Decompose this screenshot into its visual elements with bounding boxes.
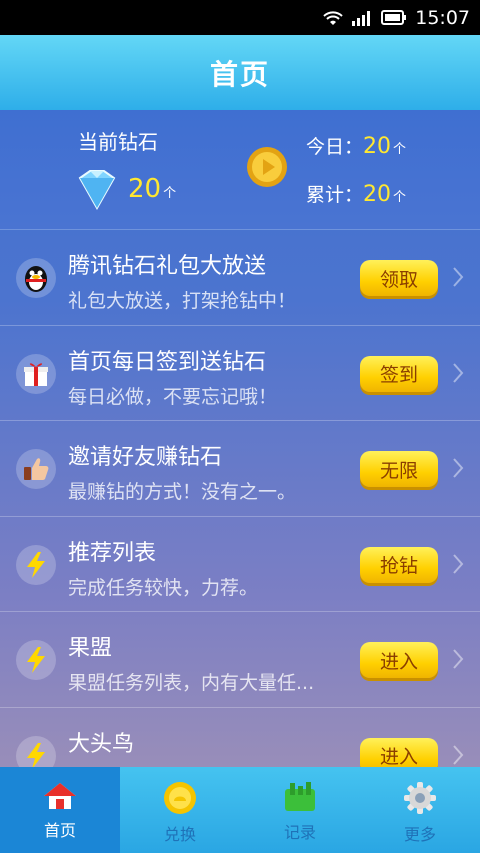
today-stat: 今日：20 个 — [306, 132, 406, 159]
nav-home[interactable]: 首页 — [0, 767, 120, 853]
nav-label: 首页 — [43, 821, 76, 840]
nav-record[interactable]: 记录 — [240, 767, 360, 853]
task-row-invite-friends[interactable]: 邀请好友赚钻石 最赚钻的方式！没有之一。 无限 — [0, 421, 480, 517]
gear-icon — [404, 782, 436, 814]
checkin-button[interactable]: 签到 — [360, 355, 438, 392]
current-value-number: 20 — [128, 174, 162, 204]
grab-button[interactable]: 抢钻 — [360, 546, 438, 583]
task-title: 首页每日签到送钻石 — [68, 349, 267, 375]
task-subtitle: 礼包大放送，打架抢钻中！ — [68, 290, 297, 312]
task-subtitle: 完成任务较快，力荐。 — [68, 576, 259, 599]
unit-label: 个 — [163, 186, 177, 201]
task-title: 腾讯钻石礼包大放送 — [68, 254, 267, 279]
total-stat: 累计：20 个 — [306, 180, 406, 207]
nav-more[interactable]: 更多 — [360, 767, 480, 853]
nav-label: 兑换 — [163, 825, 196, 844]
lightning-icon — [16, 640, 56, 680]
unlimited-button[interactable]: 无限 — [360, 451, 438, 487]
wifi-icon — [323, 10, 343, 25]
today-unit: 个 — [393, 142, 407, 157]
task-row-daily-checkin[interactable]: 首页每日签到送钻石 每日必做，不要忘记哦！ 签到 — [0, 326, 480, 421]
task-row-recommended[interactable]: 推荐列表 完成任务较快，力荐。 抢钻 — [0, 517, 480, 612]
chevron-right-icon — [453, 649, 464, 669]
diamond-icon — [78, 170, 116, 210]
home-icon — [44, 783, 76, 809]
total-unit: 个 — [393, 190, 407, 205]
task-row-guomeng[interactable]: 果盟 果盟任务列表，内有大量任... 进入 — [0, 612, 480, 708]
claim-button[interactable]: 领取 — [360, 260, 438, 296]
bottom-nav: 首页 兑换 记录 更多 — [0, 767, 480, 853]
chevron-right-icon — [453, 744, 464, 765]
task-title: 邀请好友赚钻石 — [68, 445, 223, 470]
current-diamonds-label: 当前钻石 — [78, 130, 158, 154]
record-icon — [285, 782, 315, 811]
chevron-right-icon — [453, 458, 464, 478]
title-bar: 首页 — [0, 35, 480, 110]
chevron-right-icon — [453, 362, 464, 383]
task-subtitle: 最赚钻的方式！没有之一。 — [68, 481, 297, 503]
task-row-tencent[interactable]: 腾讯钻石礼包大放送 礼包大放送，打架抢钻中！ 领取 — [0, 230, 480, 326]
diamond-summary: 当前钻石 20 个 今日：20 个 累计：20 个 — [0, 110, 480, 230]
today-label: 今日： — [306, 136, 364, 158]
lightning-icon — [16, 735, 56, 767]
status-time: 15:07 — [415, 6, 470, 29]
current-diamonds-value: 20 个 — [128, 174, 176, 204]
task-subtitle: 果盟任务列表，内有大量任... — [68, 672, 315, 694]
signal-icon — [352, 10, 371, 26]
today-value: 20 — [363, 134, 392, 159]
enter-button[interactable]: 进入 — [360, 737, 438, 767]
task-title: 果盟 — [68, 636, 113, 661]
chevron-right-icon — [453, 553, 464, 574]
enter-button[interactable]: 进入 — [360, 642, 438, 678]
task-subtitle: 每日必做，不要忘记哦！ — [68, 385, 278, 408]
exchange-icon — [164, 782, 196, 814]
nav-label: 更多 — [403, 825, 436, 844]
task-title: 推荐列表 — [68, 540, 157, 566]
total-label: 累计： — [306, 184, 364, 206]
task-row-datouniao[interactable]: 大头鸟 进入 — [0, 708, 480, 767]
total-value: 20 — [363, 182, 392, 207]
nav-exchange[interactable]: 兑换 — [120, 767, 240, 853]
task-list[interactable]: 腾讯钻石礼包大放送 礼包大放送，打架抢钻中！ 领取 首页每日签到送钻石 每日必做… — [0, 230, 480, 767]
page-title: 首页 — [209, 57, 270, 91]
thumbs-up-icon — [16, 449, 56, 489]
nav-label: 记录 — [283, 823, 316, 842]
status-bar: 15:07 — [0, 0, 480, 35]
coin-icon — [247, 147, 287, 187]
lightning-icon — [16, 544, 56, 585]
chevron-right-icon — [453, 267, 464, 287]
battery-icon — [381, 10, 407, 25]
gift-icon — [16, 353, 56, 394]
task-title: 大头鸟 — [68, 731, 135, 757]
qq-penguin-icon — [16, 258, 56, 298]
